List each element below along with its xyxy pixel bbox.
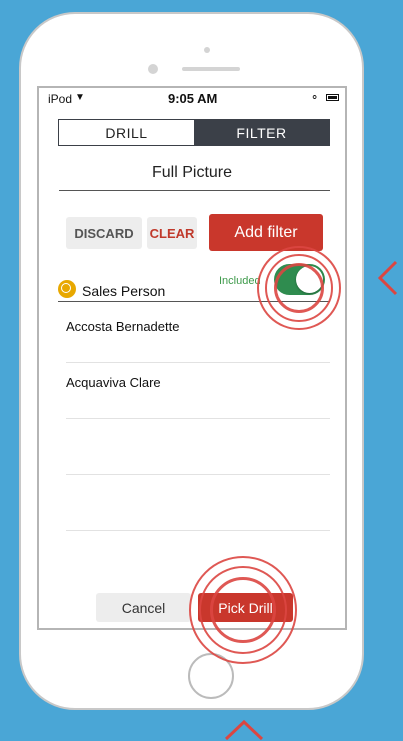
cancel-button[interactable]: Cancel (96, 593, 191, 622)
clear-button[interactable]: CLEAR (147, 217, 197, 249)
front-camera (148, 64, 158, 74)
status-time: 9:05 AM (168, 91, 218, 106)
home-button[interactable] (188, 653, 234, 699)
mode-segmented-control: DRILL FILTER (58, 119, 330, 146)
app-screen: iPod ▼ 9:05 AM ⚬ DRILL FILTER Full Pictu… (37, 86, 347, 630)
title-divider (59, 190, 330, 191)
battery-icon (326, 94, 339, 101)
tab-filter[interactable]: FILTER (194, 120, 329, 145)
list-item-label: Accosta Bernadette (66, 319, 180, 334)
add-filter-button[interactable]: Add filter (209, 214, 323, 251)
page-title: Full Picture (151, 164, 233, 181)
list-item[interactable] (66, 419, 330, 475)
speaker-grille (182, 67, 240, 71)
dimension-divider (58, 301, 330, 302)
list-item-label: Acquaviva Clare (66, 375, 161, 390)
chevron-left-icon[interactable] (370, 258, 403, 298)
orientation-lock-icon: ⚬ (310, 92, 320, 104)
list-item[interactable]: Acquaviva Clare (66, 363, 330, 419)
included-label: Included (219, 275, 261, 287)
dimension-circle-icon (58, 280, 76, 298)
dimension-label: Sales Person (82, 283, 166, 299)
camera-dot (204, 47, 210, 53)
chevron-up-icon[interactable] (222, 718, 266, 741)
list-item[interactable]: Accosta Bernadette (66, 307, 330, 363)
carrier-label: iPod (48, 92, 73, 106)
discard-button[interactable]: DISCARD (66, 217, 142, 249)
included-toggle[interactable] (274, 264, 325, 295)
pick-drill-button[interactable]: Pick Drill (198, 593, 293, 622)
list-item[interactable] (66, 475, 330, 531)
tab-drill[interactable]: DRILL (59, 120, 194, 145)
toggle-knob (296, 266, 323, 293)
wifi-icon: ▼ (75, 92, 85, 103)
status-bar: iPod ▼ 9:05 AM ⚬ (39, 88, 345, 106)
